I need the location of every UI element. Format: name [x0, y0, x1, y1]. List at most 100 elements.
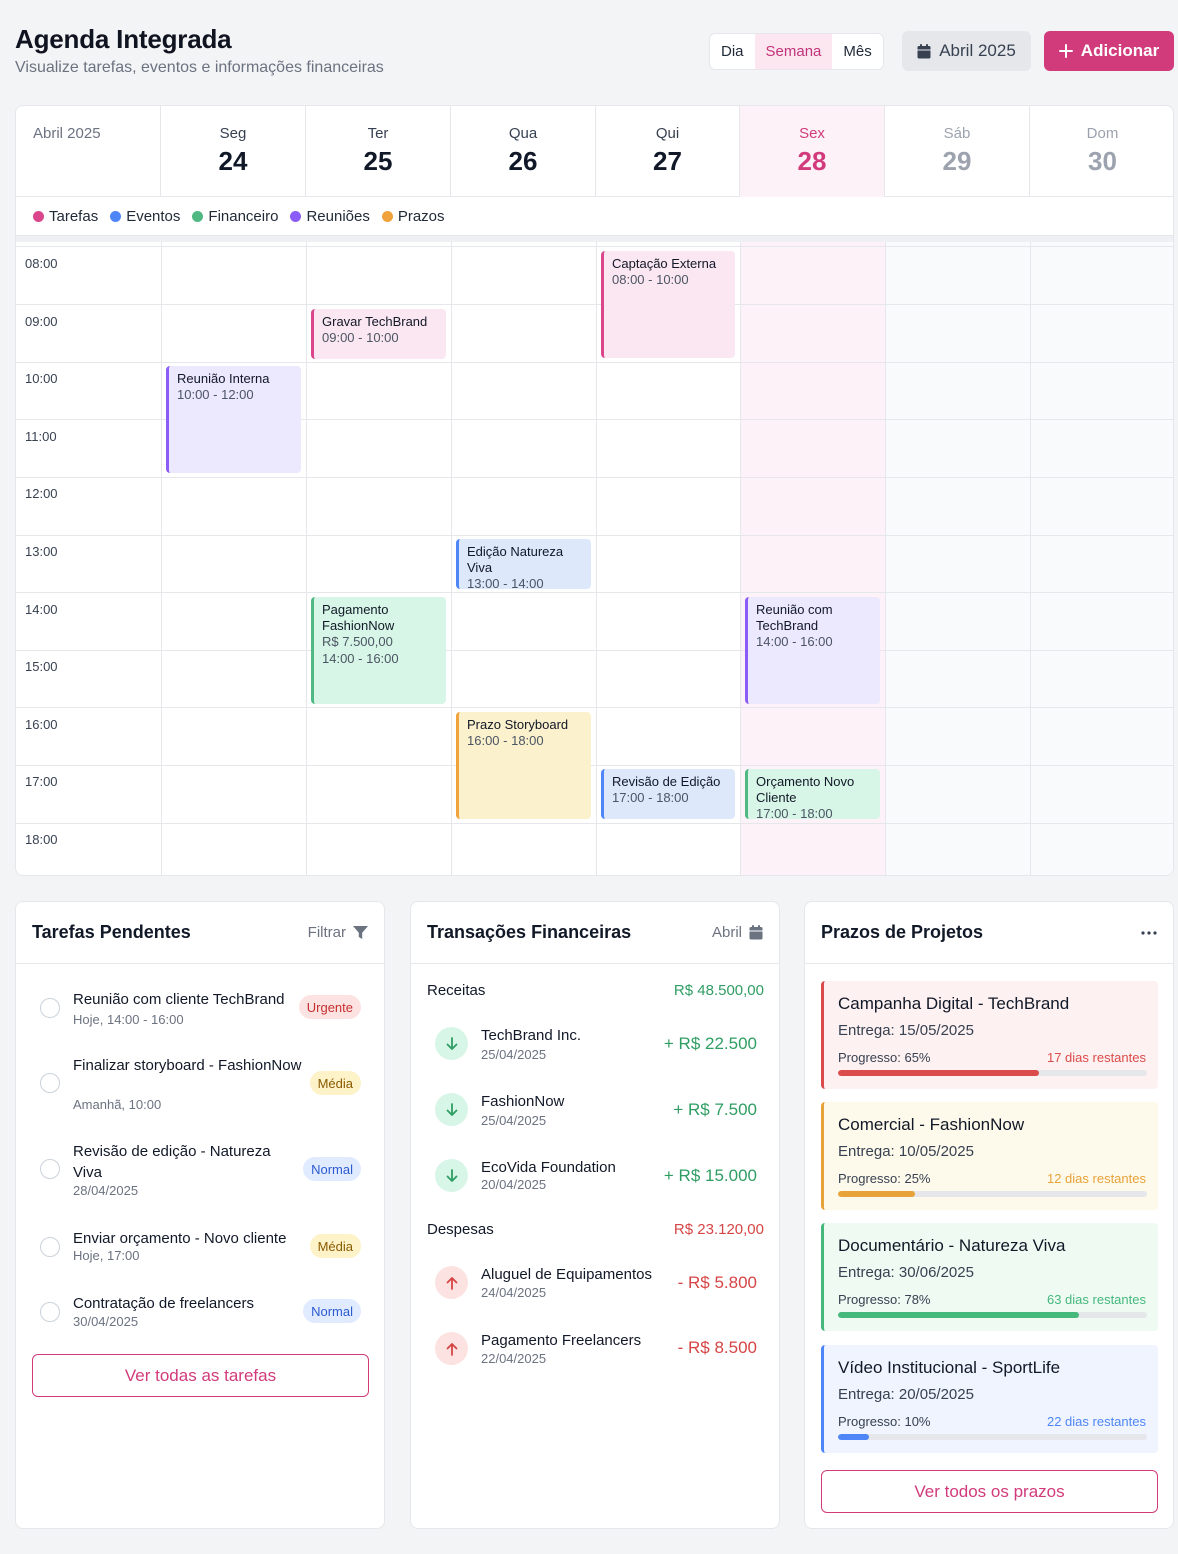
hour-gridline	[16, 477, 1173, 478]
project-progress-label: Progresso: 65%	[838, 1050, 931, 1065]
project-name: Vídeo Institucional - SportLife	[838, 1358, 1061, 1377]
task-checkbox[interactable]	[40, 1302, 60, 1322]
arrow-up-icon	[435, 1266, 468, 1299]
day-name: Dom	[1086, 125, 1119, 142]
task-priority-badge: Média	[309, 1071, 361, 1095]
legend-item-deadlines[interactable]: Prazos	[381, 208, 445, 225]
legend-item-tasks[interactable]: Tarefas	[33, 208, 98, 225]
view-day-button[interactable]: Dia	[710, 34, 755, 69]
project-delivery: Entrega: 15/05/2025	[838, 1022, 974, 1039]
day-number: 29	[942, 146, 972, 176]
transaction-date: 22/04/2025	[481, 1351, 547, 1366]
calendar-event[interactable]: Captação Externa 08:00 - 10:00	[601, 251, 735, 358]
month-picker-button[interactable]: Abril 2025	[902, 31, 1031, 71]
task-priority-badge: Urgente	[298, 995, 361, 1019]
calendar-event[interactable]: Edição Natureza Viva 13:00 - 14:00	[456, 539, 591, 589]
day-header-sat[interactable]: Sáb 29	[885, 106, 1030, 197]
day-name: Qua	[508, 125, 538, 142]
time-grid[interactable]: 08:00 09:00 10:00 11:00 12:00 13:00 14:00 15:00…	[16, 242, 1173, 875]
event-detail: 10:00 - 12:00	[177, 387, 254, 402]
legend-label: Tarefas	[49, 208, 99, 225]
view-all-deadlines-button[interactable]: Ver todos os prazos	[821, 1470, 1158, 1513]
day-name: Seg	[219, 125, 247, 142]
calendar-event[interactable]: Reunião com TechBrand 14:00 - 16:00	[745, 597, 880, 704]
legend-item-events[interactable]: Eventos	[110, 208, 180, 225]
calendar-legend: Tarefas Eventos Financeiro Reuniões Praz…	[16, 198, 1173, 236]
transaction-name: EcoVida Foundation	[481, 1159, 616, 1176]
day-header-fri[interactable]: Sex 28	[740, 106, 885, 197]
calendar-event[interactable]: Orçamento Novo Cliente 17:00 - 18:00	[745, 769, 880, 819]
day-header-thu[interactable]: Qui 27	[596, 106, 740, 197]
day-gridline	[451, 242, 452, 875]
hour-gridline	[16, 592, 1173, 593]
hour-gridline	[16, 362, 1173, 363]
transaction-amount: + R$ 22.500	[663, 1034, 757, 1053]
transaction-name: Pagamento Freelancers	[481, 1332, 642, 1349]
income-total: R$ 48.500,00	[673, 982, 764, 999]
calendar-icon	[749, 925, 763, 940]
calendar-event[interactable]: Reunião Interna 10:00 - 12:00	[166, 366, 301, 473]
calendar-event[interactable]: Revisão de Edição 17:00 - 18:00	[601, 769, 735, 819]
period-label: Abril	[711, 924, 742, 941]
day-header-tue[interactable]: Ter 25	[306, 106, 451, 197]
hour-gridline	[16, 765, 1173, 766]
event-title: Revisão de Edição	[612, 774, 721, 789]
hour-label: 12:00	[25, 486, 58, 501]
project-name: Campanha Digital - TechBrand	[838, 994, 1070, 1013]
event-detail: 14:00 - 16:00	[322, 650, 399, 666]
task-checkbox[interactable]	[40, 1237, 60, 1257]
expense-label: Despesas	[427, 1221, 494, 1238]
transaction-date: 20/04/2025	[481, 1177, 547, 1192]
transaction-date: 25/04/2025	[481, 1047, 547, 1062]
event-detail: 17:00 - 18:00	[756, 806, 833, 819]
arrow-down-icon	[435, 1159, 468, 1192]
month-picker-label: Abril 2025	[939, 41, 1016, 60]
add-button[interactable]: Adicionar	[1044, 31, 1174, 71]
project-delivery: Entrega: 20/05/2025	[838, 1386, 974, 1403]
hour-label: 08:00	[25, 256, 58, 271]
calendar-event[interactable]: Pagamento FashionNow R$ 7.500,00 14:00 - 1…	[311, 597, 446, 704]
filter-button[interactable]: Filtrar	[308, 924, 368, 941]
project-card[interactable]: Documentário - Natureza Viva Entrega: 30/…	[821, 1223, 1158, 1331]
project-card[interactable]: Vídeo Institucional - SportLife Entrega: …	[821, 1345, 1158, 1453]
progress-fill	[838, 1070, 1039, 1076]
day-header-wed[interactable]: Qua 26	[451, 106, 596, 197]
period-button[interactable]: Abril	[712, 924, 763, 941]
task-priority-badge: Média	[309, 1234, 361, 1258]
transaction-name: TechBrand Inc.	[481, 1027, 582, 1044]
calendar-event[interactable]: Prazo Storyboard 16:00 - 18:00	[456, 712, 591, 819]
day-number: 26	[508, 146, 538, 176]
calendar-month-label: Abril 2025	[16, 106, 161, 197]
more-options-button[interactable]	[1141, 930, 1157, 935]
task-checkbox[interactable]	[40, 998, 60, 1018]
project-delivery: Entrega: 10/05/2025	[838, 1143, 974, 1160]
day-header-mon[interactable]: Seg 24	[161, 106, 306, 197]
event-title: Reunião Interna	[177, 371, 270, 386]
legend-dot	[192, 211, 204, 222]
view-week-button[interactable]: Semana	[754, 34, 833, 69]
progress-track	[838, 1070, 1147, 1076]
project-card[interactable]: Campanha Digital - TechBrand Entrega: 15/…	[821, 981, 1158, 1089]
legend-label: Financeiro	[208, 208, 279, 225]
legend-dot	[110, 211, 122, 222]
hour-gridline	[16, 304, 1173, 305]
deadlines-panel-header: Prazos de Projetos	[805, 902, 1173, 964]
event-detail: 08:00 - 10:00	[612, 272, 689, 287]
project-card[interactable]: Comercial - FashionNow Entrega: 10/05/202…	[821, 1102, 1158, 1210]
transaction-name: FashionNow	[481, 1093, 565, 1110]
task-due: Hoje, 14:00 - 16:00	[73, 1012, 184, 1027]
plus-icon	[1058, 44, 1073, 58]
progress-fill	[838, 1312, 1080, 1318]
view-month-button[interactable]: Mês	[832, 34, 882, 69]
calendar-event[interactable]: Gravar TechBrand 09:00 - 10:00	[311, 309, 446, 359]
task-checkbox[interactable]	[40, 1073, 60, 1093]
event-title: Gravar TechBrand	[322, 314, 428, 329]
legend-item-finance[interactable]: Financeiro	[192, 208, 278, 225]
legend-item-meetings[interactable]: Reuniões	[290, 208, 370, 225]
view-all-tasks-button[interactable]: Ver todas as tarefas	[32, 1354, 369, 1397]
event-detail: 17:00 - 18:00	[612, 790, 689, 805]
legend-dot	[290, 211, 302, 222]
task-checkbox[interactable]	[40, 1159, 60, 1179]
day-header-sun[interactable]: Dom 30	[1030, 106, 1173, 197]
day-gridline	[885, 242, 886, 875]
